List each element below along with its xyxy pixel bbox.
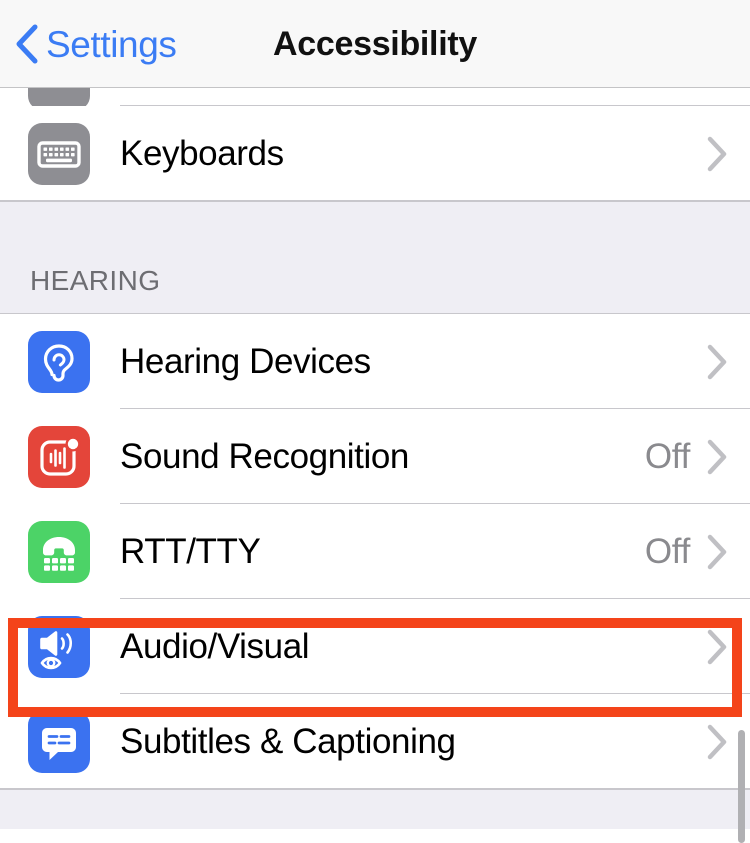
keyboards-group: Keyboards (0, 106, 750, 201)
chevron-right-icon (707, 439, 727, 474)
chevron-right-icon (707, 629, 727, 664)
chevron-right-icon (707, 344, 727, 379)
chevron-right-icon (707, 724, 727, 759)
settings-row-rtt-tty[interactable]: RTT/TTY Off (0, 504, 750, 599)
settings-row-audio-visual[interactable]: Audio/Visual (0, 599, 750, 694)
vertical-scrollbar[interactable] (738, 730, 745, 843)
settings-row-label: Sound Recognition (120, 436, 409, 476)
settings-row-sound-recognition[interactable]: Sound Recognition Off (0, 409, 750, 504)
keyboard-icon (28, 122, 90, 185)
tty-phone-icon (28, 520, 90, 583)
settings-row-label: Audio/Visual (120, 626, 310, 666)
ios-settings-screen: Settings Accessibility Keyboards HEARING… (0, 0, 750, 843)
settings-row-label: Keyboards (120, 133, 284, 173)
chevron-right-icon (707, 534, 727, 569)
settings-row-label: Subtitles & Captioning (120, 721, 456, 761)
settings-row-hearing-devices[interactable]: Hearing Devices (0, 314, 750, 409)
navigation-bar: Settings Accessibility (0, 0, 750, 88)
settings-row-subtitles-captioning[interactable]: Subtitles & Captioning (0, 694, 750, 789)
chevron-right-icon (707, 136, 727, 171)
settings-row-value: Off (644, 531, 690, 571)
section-title: HEARING (30, 265, 161, 296)
row-separator (0, 788, 750, 789)
sound-waveform-icon (28, 425, 90, 488)
settings-row-label: Hearing Devices (120, 341, 371, 381)
caption-bubble-icon (28, 710, 90, 773)
page-title: Accessibility (273, 24, 477, 63)
hearing-group: Hearing Devices Sound Recognition Off RT… (0, 314, 750, 789)
settings-list: Keyboards HEARING Hearing Devices Sound … (0, 88, 750, 843)
settings-row-value: Off (644, 436, 690, 476)
settings-row-keyboards[interactable]: Keyboards (0, 106, 750, 201)
settings-row-label: RTT/TTY (120, 531, 261, 571)
speaker-eye-icon (28, 615, 90, 678)
partial-row-icon (28, 88, 90, 106)
section-header-hearing: HEARING (0, 201, 750, 314)
ear-icon (28, 330, 90, 393)
partial-row-above (0, 88, 750, 106)
list-footer-gap (0, 789, 750, 829)
